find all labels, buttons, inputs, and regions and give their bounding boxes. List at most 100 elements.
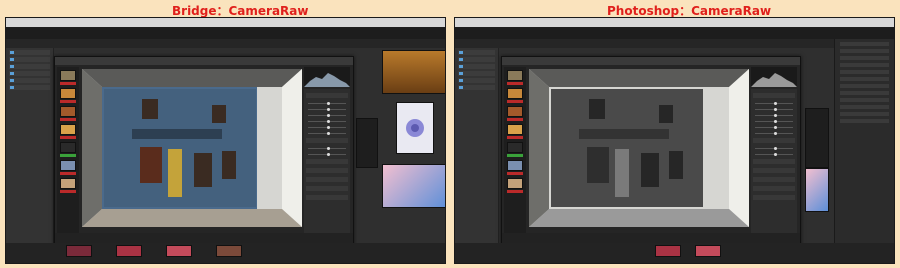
adjustment-slider[interactable] (308, 132, 346, 135)
building-photo (82, 69, 302, 227)
panel-section-header[interactable] (753, 93, 795, 98)
panel-section-header[interactable] (753, 186, 795, 191)
panel-section-header[interactable] (753, 159, 795, 164)
label-tag (507, 190, 523, 193)
content-thumbnail[interactable] (116, 245, 142, 257)
photoshop-left-panel (455, 48, 499, 263)
label-tag (507, 100, 523, 103)
label-tag (507, 82, 523, 85)
panel-row (840, 98, 889, 102)
label-tag (507, 136, 523, 139)
panel-row (840, 119, 889, 123)
panel-section-header[interactable] (753, 177, 795, 182)
content-thumbnail[interactable] (382, 164, 445, 208)
folder-item[interactable] (458, 71, 495, 76)
flower-image (406, 119, 424, 137)
adjustment-slider[interactable] (755, 132, 793, 135)
adjustment-slider[interactable] (308, 120, 346, 123)
content-thumbnail[interactable] (695, 245, 721, 257)
folder-item[interactable] (9, 78, 50, 83)
filmstrip-thumb[interactable] (60, 88, 76, 99)
content-thumbnail[interactable] (655, 245, 681, 257)
adjustment-slider[interactable] (755, 102, 793, 105)
filmstrip-thumb[interactable] (60, 124, 76, 135)
adjustment-slider[interactable] (755, 108, 793, 111)
folder-item[interactable] (9, 64, 50, 69)
filmstrip-thumb[interactable] (60, 106, 76, 117)
panel-row (840, 56, 889, 60)
photoshop-document-tabs (455, 39, 894, 48)
adjustment-slider[interactable] (308, 153, 346, 156)
filmstrip-thumb[interactable] (60, 70, 76, 81)
folder-item[interactable] (458, 57, 495, 62)
adjustment-slider[interactable] (308, 147, 346, 150)
content-thumbnail[interactable] (166, 245, 192, 257)
preview-image (529, 69, 749, 227)
content-thumbnail[interactable] (382, 50, 445, 94)
filmstrip-thumb[interactable] (60, 142, 76, 153)
camera-raw-title (502, 57, 800, 65)
filmstrip-thumb[interactable] (507, 88, 523, 99)
panel-section-header[interactable] (306, 195, 348, 200)
folder-item[interactable] (9, 85, 50, 90)
folder-item[interactable] (458, 64, 495, 69)
histogram-graph (304, 73, 350, 87)
adjustment-slider[interactable] (755, 114, 793, 117)
content-thumbnail[interactable] (216, 245, 242, 257)
panel-section-header[interactable] (753, 195, 795, 200)
adjustment-slider[interactable] (755, 147, 793, 150)
filmstrip-thumb[interactable] (507, 70, 523, 81)
panel-row (840, 91, 889, 95)
panel-section-header[interactable] (306, 93, 348, 98)
filmstrip (504, 67, 526, 233)
filmstrip-thumb[interactable] (60, 160, 76, 171)
histogram (304, 67, 350, 87)
panel-section-header[interactable] (306, 186, 348, 191)
panel-section-header[interactable] (306, 177, 348, 182)
preview-image (82, 69, 302, 227)
photoshop-options-bar (455, 27, 894, 44)
adjustment-slider[interactable] (755, 126, 793, 129)
folder-item[interactable] (458, 50, 495, 55)
panel-section-header[interactable] (306, 138, 348, 143)
content-thumbnail[interactable] (396, 102, 434, 154)
filmstrip (57, 67, 79, 233)
photoshop-menu-bar (455, 18, 894, 27)
filmstrip-thumb[interactable] (507, 124, 523, 135)
adjustment-slider[interactable] (308, 126, 346, 129)
adjustment-slider[interactable] (308, 108, 346, 111)
label-tag (60, 136, 76, 139)
adjustment-slider[interactable] (308, 102, 346, 105)
filmstrip-thumb[interactable] (507, 178, 523, 189)
folder-item[interactable] (9, 71, 50, 76)
label-tag (507, 118, 523, 121)
filmstrip-thumb[interactable] (507, 106, 523, 117)
adjustment-slider[interactable] (308, 114, 346, 117)
panel-row (840, 105, 889, 109)
label-tag (60, 100, 76, 103)
panel-row (840, 42, 889, 46)
panel-section-header[interactable] (306, 168, 348, 173)
folders-panel (6, 48, 54, 263)
properties-panel (834, 39, 894, 263)
adjustment-slider[interactable] (755, 120, 793, 123)
content-thumbnail[interactable] (66, 245, 92, 257)
panel-section-header[interactable] (753, 138, 795, 143)
label-tag (507, 172, 523, 175)
folder-item[interactable] (458, 78, 495, 83)
content-thumbnail[interactable] (805, 168, 829, 212)
folder-item[interactable] (458, 85, 495, 90)
canvas-area (805, 108, 829, 168)
label-tag (60, 154, 76, 157)
folder-item[interactable] (9, 57, 50, 62)
panel-section-header[interactable] (753, 168, 795, 173)
filmstrip-thumb[interactable] (507, 160, 523, 171)
panel-row (840, 63, 889, 67)
content-thumbnail[interactable] (356, 118, 378, 168)
filmstrip-thumb[interactable] (60, 178, 76, 189)
label-tag (60, 190, 76, 193)
folder-item[interactable] (9, 50, 50, 55)
filmstrip-thumb[interactable] (507, 142, 523, 153)
adjustment-slider[interactable] (755, 153, 793, 156)
panel-section-header[interactable] (306, 159, 348, 164)
